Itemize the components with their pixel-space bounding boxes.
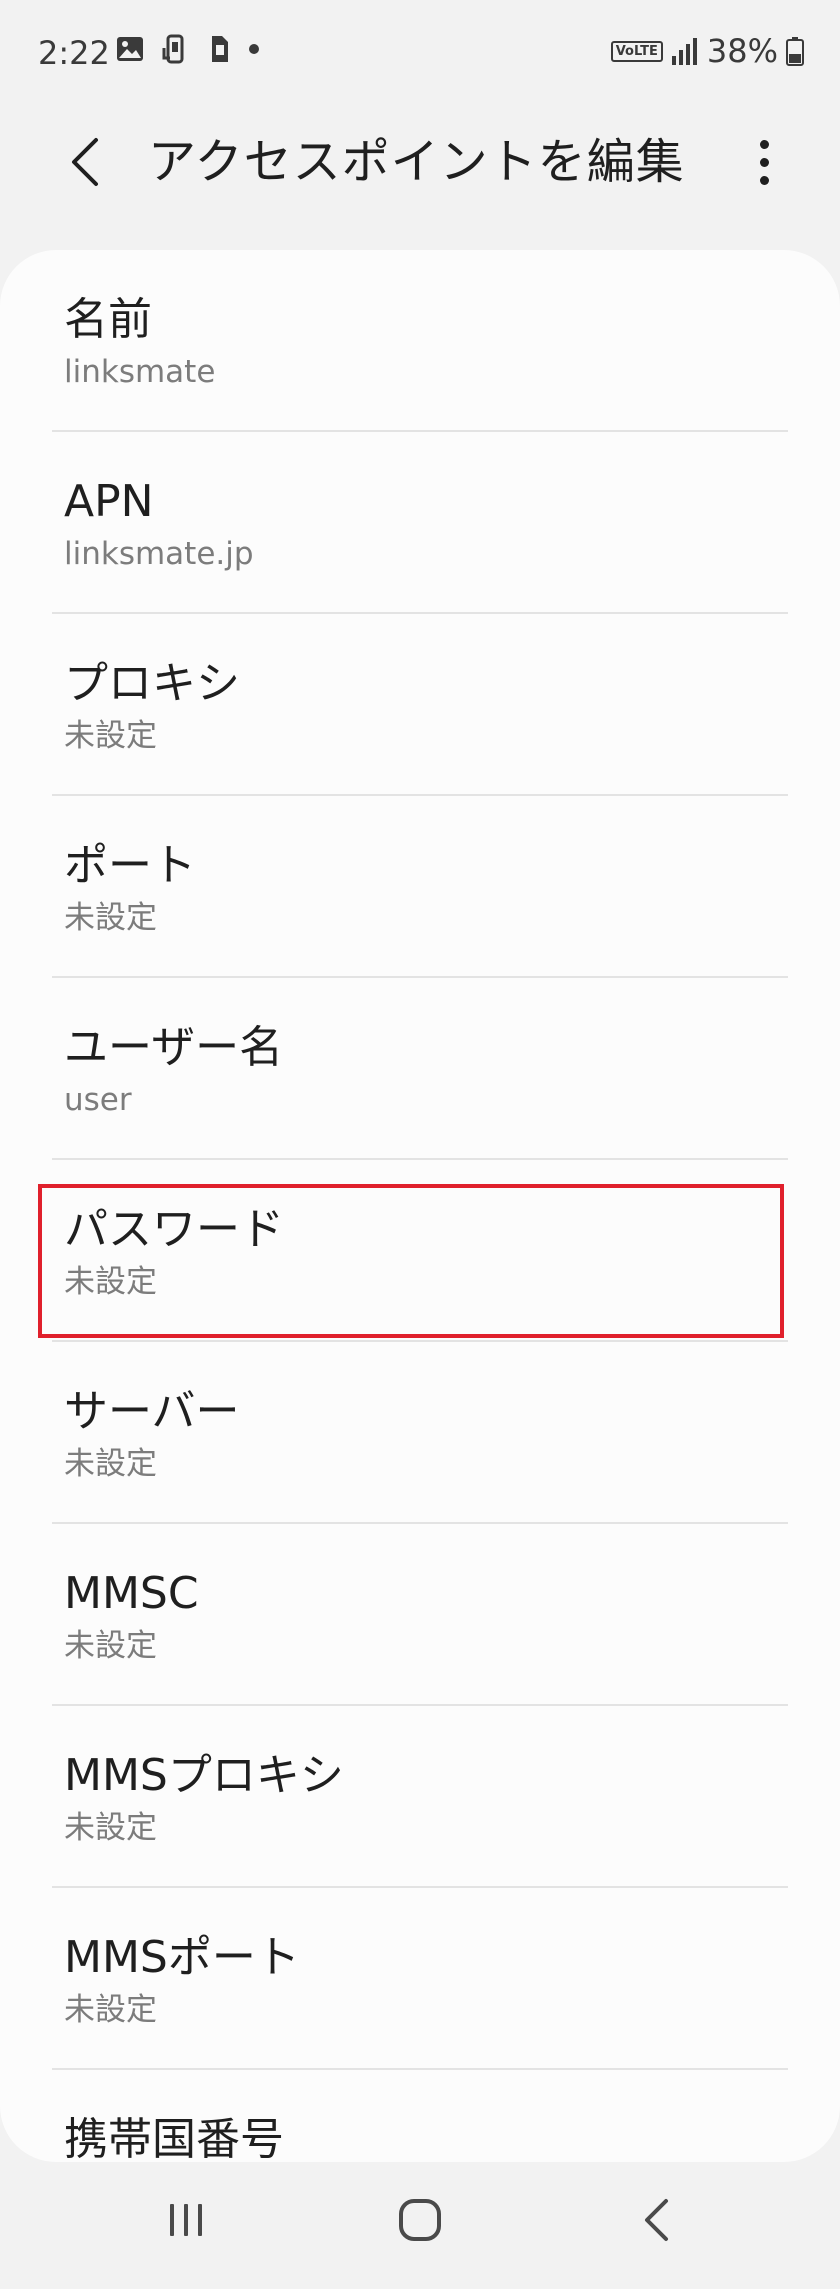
setting-mcc[interactable]: 携帯国番号 xyxy=(52,2070,788,2162)
more-vert-icon xyxy=(759,139,769,149)
setting-value: 未設定 xyxy=(64,1264,157,1300)
setting-title: 携帯国番号 xyxy=(64,2114,284,2162)
setting-value: 未設定 xyxy=(64,1992,157,2028)
nav-back-icon xyxy=(645,2199,668,2241)
gallery-icon xyxy=(117,37,143,61)
recents-icon xyxy=(170,2204,202,2236)
home-icon xyxy=(399,2199,441,2241)
setting-mms-proxy[interactable]: MMSプロキシ 未設定 xyxy=(52,1706,788,1888)
setting-mms-port[interactable]: MMSポート 未設定 xyxy=(52,1888,788,2070)
page-title: アクセスポイントを編集 xyxy=(148,134,685,190)
setting-title: パスワード xyxy=(64,1204,284,1255)
setting-apn[interactable]: APN linksmate.jp xyxy=(52,432,788,614)
apn-settings-card: 名前 linksmate APN linksmate.jp プロキシ 未設定 ポ… xyxy=(0,250,840,2162)
app-bar: アクセスポイントを編集 xyxy=(0,104,840,244)
setting-title: MMSポート xyxy=(64,1932,300,1983)
status-right: VoLTE 38% xyxy=(610,32,804,70)
setting-title: MMSC xyxy=(64,1568,199,1619)
battery-icon xyxy=(786,37,804,66)
sim-card-icon xyxy=(212,36,228,62)
setting-title: 名前 xyxy=(64,294,152,345)
setting-value: 未設定 xyxy=(64,1446,157,1482)
phone-transfer-icon xyxy=(162,34,184,64)
setting-value: 未設定 xyxy=(64,1810,157,1846)
nav-back-button[interactable] xyxy=(596,2184,716,2256)
status-time: 2:22 xyxy=(38,34,110,72)
navigation-bar xyxy=(0,2162,840,2289)
setting-value: 未設定 xyxy=(64,900,157,936)
back-arrow-icon xyxy=(72,138,98,186)
signal-icon xyxy=(671,38,697,65)
setting-username[interactable]: ユーザー名 user xyxy=(52,978,788,1160)
setting-mmsc[interactable]: MMSC 未設定 xyxy=(52,1524,788,1706)
setting-value: 未設定 xyxy=(64,1628,157,1664)
more-options-button[interactable] xyxy=(742,132,786,192)
volte-icon: VoLTE xyxy=(610,40,663,62)
setting-server[interactable]: サーバー 未設定 xyxy=(52,1342,788,1524)
setting-title: MMSプロキシ xyxy=(64,1750,344,1801)
setting-proxy[interactable]: プロキシ 未設定 xyxy=(52,614,788,796)
setting-title: APN xyxy=(64,476,154,527)
setting-password[interactable]: パスワード 未設定 xyxy=(52,1160,788,1342)
more-notifications-dot-icon xyxy=(249,44,259,54)
setting-name[interactable]: 名前 linksmate xyxy=(52,250,788,432)
home-button[interactable] xyxy=(360,2184,480,2256)
setting-value: linksmate xyxy=(64,354,216,390)
notification-icons xyxy=(116,34,260,64)
battery-percentage: 38% xyxy=(706,32,778,70)
setting-value: user xyxy=(64,1082,132,1118)
setting-title: プロキシ xyxy=(64,658,240,709)
setting-port[interactable]: ポート 未設定 xyxy=(52,796,788,978)
setting-title: サーバー xyxy=(64,1386,240,1437)
setting-title: ユーザー名 xyxy=(64,1022,284,1073)
setting-value: linksmate.jp xyxy=(64,536,254,572)
status-bar: 2:22 VoLTE 38% xyxy=(0,0,840,104)
setting-value: 未設定 xyxy=(64,718,157,754)
back-button[interactable] xyxy=(56,126,112,198)
setting-title: ポート xyxy=(64,840,196,891)
recents-button[interactable] xyxy=(126,2184,246,2256)
